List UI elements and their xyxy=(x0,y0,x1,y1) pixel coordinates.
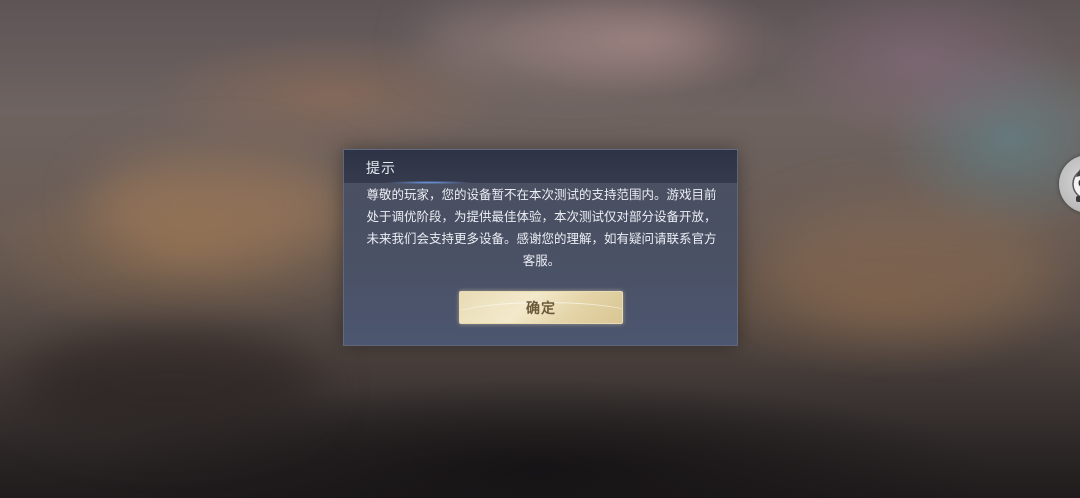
mascot-avatar-icon xyxy=(1072,169,1080,202)
dialog-message: 尊敬的玩家，您的设备暂不在本次测试的支持范围内。游戏目前处于调优阶段，为提供最佳… xyxy=(366,187,717,268)
confirm-button[interactable]: 确定 xyxy=(459,291,623,324)
floating-assistant-button[interactable] xyxy=(1059,155,1080,213)
background-blur xyxy=(420,0,720,80)
background-blur xyxy=(760,200,1060,330)
background-blur xyxy=(90,150,350,260)
background-blur xyxy=(20,330,320,440)
game-scene: 提示 尊敬的玩家，您的设备暂不在本次测试的支持范围内。游戏目前处于调优阶段，为提… xyxy=(0,0,1080,498)
confirm-button-label: 确定 xyxy=(526,300,556,317)
dialog-header: 提示 xyxy=(344,150,737,184)
dialog-title: 提示 xyxy=(366,161,396,177)
notice-dialog: 提示 尊敬的玩家，您的设备暂不在本次测试的支持范围内。游戏目前处于调优阶段，为提… xyxy=(343,149,738,346)
